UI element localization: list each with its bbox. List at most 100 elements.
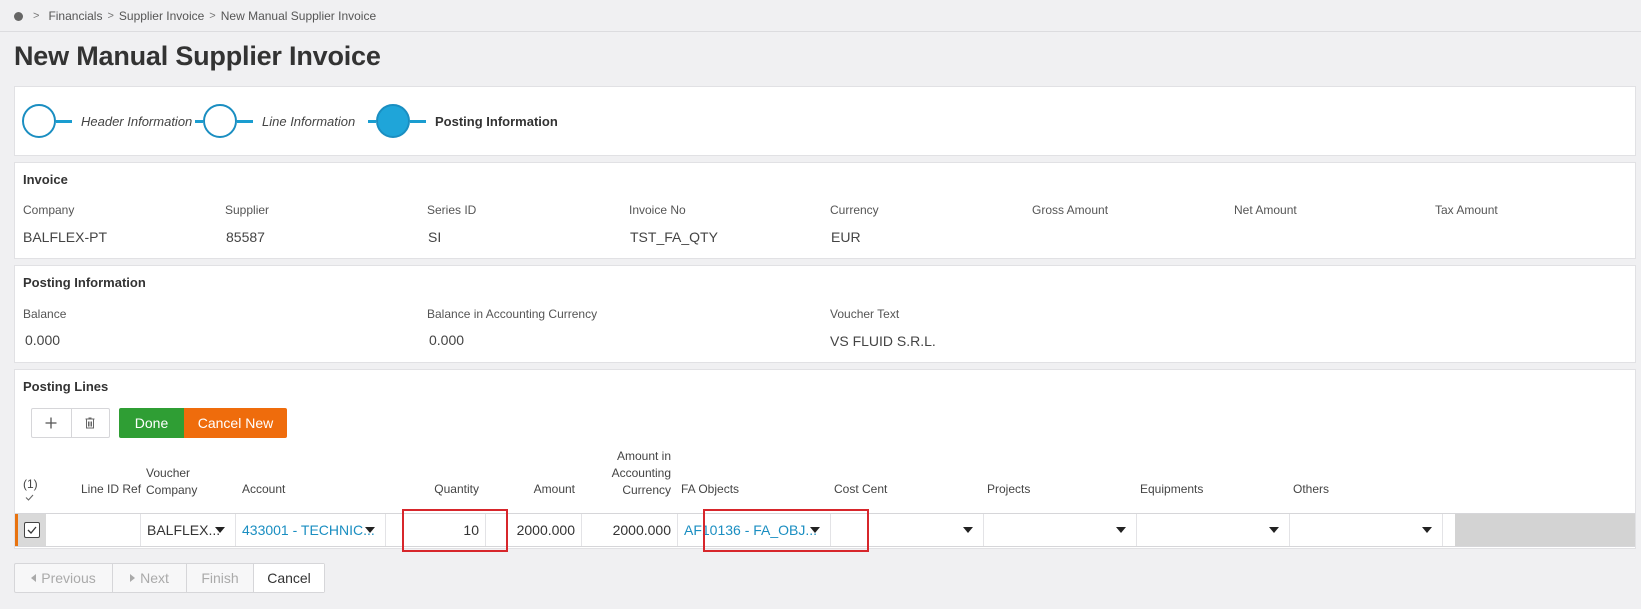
row-filler — [1455, 514, 1635, 546]
col-amount-acc-line1: Amount in — [616, 449, 671, 463]
step-label: Header Information — [81, 113, 193, 129]
col-equipments[interactable]: Equipments — [1140, 481, 1203, 498]
invoice-no-label: Invoice No — [629, 203, 686, 217]
col-voucher-company-line2: Company — [146, 483, 198, 497]
step-connector — [237, 119, 253, 123]
step-label: Posting Information — [435, 113, 558, 129]
step-connector — [195, 119, 203, 123]
plus-icon — [45, 417, 57, 429]
col-amount-acc-currency[interactable]: Amount in Accounting Currency — [595, 448, 671, 499]
gross-amount-label: Gross Amount — [1032, 203, 1109, 217]
dropdown-caret-icon[interactable] — [1269, 527, 1279, 533]
col-voucher-company-line1: Voucher — [146, 466, 191, 480]
breadcrumb-current: New Manual Supplier Invoice — [220, 9, 377, 23]
breadcrumb-financials[interactable]: Financials — [48, 9, 102, 23]
invoice-panel: Invoice Company BALFLEX-PT Supplier 8558… — [14, 162, 1636, 259]
check-icon[interactable] — [25, 494, 34, 501]
posting-information-title: Posting Information — [23, 275, 146, 290]
done-button[interactable]: Done — [119, 408, 184, 438]
step-line-information[interactable]: Line Information — [195, 104, 355, 138]
caret-right-icon — [130, 574, 136, 582]
dropdown-caret-icon[interactable] — [1116, 527, 1126, 533]
company-value: BALFLEX-PT — [23, 229, 108, 245]
cell-voucher-company[interactable]: BALFLEX... — [141, 514, 236, 546]
wizard-footer: Previous Next Finish Cancel — [14, 563, 325, 593]
previous-button[interactable]: Previous — [15, 564, 112, 592]
col-amount-acc-line3: Currency — [622, 483, 671, 497]
series-id-value: SI — [428, 229, 442, 245]
col-amount[interactable]: Amount — [495, 481, 575, 498]
finish-button[interactable]: Finish — [186, 564, 253, 592]
chevron-right-icon: > — [33, 10, 40, 22]
balance-value: 0.000 — [25, 332, 61, 348]
step-posting-information[interactable]: Posting Information — [368, 104, 558, 138]
cell-account[interactable]: 433001 - TECHNIC... — [236, 514, 386, 546]
company-label: Company — [23, 203, 75, 217]
dropdown-caret-icon[interactable] — [1422, 527, 1432, 533]
col-line-id-ref[interactable]: Line ID Ref — [81, 481, 141, 498]
page-title: New Manual Supplier Invoice — [14, 41, 381, 71]
col-fa-objects[interactable]: FA Objects — [681, 481, 739, 498]
currency-value: EUR — [831, 229, 861, 245]
breadcrumb-divider — [0, 31, 1641, 32]
next-label: Next — [140, 570, 169, 586]
cancel-button[interactable]: Cancel — [253, 564, 324, 592]
breadcrumb: > Financials > Supplier Invoice > New Ma… — [14, 8, 376, 24]
cell-text: 2000.000 — [516, 522, 575, 538]
dropdown-caret-icon[interactable] — [365, 527, 375, 533]
cell-projects[interactable] — [984, 514, 1137, 546]
col-account[interactable]: Account — [242, 481, 285, 498]
col-others[interactable]: Others — [1293, 481, 1329, 498]
wizard-steps: Header Information Line Information Post… — [14, 86, 1636, 156]
posting-lines-title: Posting Lines — [23, 379, 109, 394]
step-header-information[interactable]: Header Information — [22, 104, 192, 138]
balance-label: Balance — [23, 307, 67, 321]
breadcrumb-supplier-invoice[interactable]: Supplier Invoice — [119, 9, 204, 23]
col-quantity[interactable]: Quantity — [395, 481, 479, 498]
cancel-new-button[interactable]: Cancel New — [184, 408, 287, 438]
step-circle — [203, 104, 237, 138]
previous-label: Previous — [41, 570, 96, 586]
dropdown-caret-icon[interactable] — [963, 527, 973, 533]
step-circle-active — [376, 104, 410, 138]
currency-label: Currency — [830, 203, 879, 217]
col-amount-acc-line2: Accounting — [611, 466, 671, 480]
row-checkbox[interactable] — [24, 522, 40, 538]
cell-others[interactable] — [1290, 514, 1443, 546]
next-button[interactable]: Next — [112, 564, 186, 592]
trash-icon — [85, 417, 95, 429]
delete-row-button[interactable] — [70, 409, 110, 437]
voucher-text-value: VS FLUID S.R.L. — [830, 333, 936, 349]
step-connector — [368, 119, 376, 123]
cell-equipments[interactable] — [1137, 514, 1290, 546]
finish-label: Finish — [201, 570, 239, 586]
home-icon[interactable] — [14, 11, 23, 21]
cell-line-id-ref[interactable] — [46, 514, 141, 546]
balance-acc-currency-label: Balance in Accounting Currency — [427, 307, 598, 321]
add-row-button[interactable] — [32, 409, 71, 437]
chevron-right-icon: > — [107, 10, 114, 22]
selected-count: (1) — [23, 477, 38, 491]
col-voucher-company[interactable]: Voucher Company — [146, 465, 197, 499]
step-circle — [22, 104, 56, 138]
row-select-cell[interactable] — [18, 514, 46, 546]
caret-left-icon — [31, 574, 37, 582]
fa-objects-highlight-box — [703, 509, 869, 552]
col-cost-center[interactable]: Cost Cent — [834, 481, 887, 498]
invoice-no-value: TST_FA_QTY — [630, 229, 718, 245]
chevron-right-icon: > — [209, 10, 216, 22]
step-connector — [410, 119, 426, 123]
cell-amount-acc-currency[interactable]: 2000.000 — [582, 514, 678, 546]
account-link[interactable]: 433001 - TECHNIC... — [236, 522, 375, 538]
dropdown-caret-icon[interactable] — [215, 527, 225, 533]
cell-text: 2000.000 — [612, 522, 671, 538]
net-amount-label: Net Amount — [1234, 203, 1297, 217]
step-connector — [56, 119, 72, 123]
quantity-highlight-box — [402, 509, 508, 552]
row-actions-group — [31, 408, 110, 438]
cell-text: BALFLEX... — [147, 522, 221, 538]
check-icon — [27, 526, 37, 534]
col-projects[interactable]: Projects — [987, 481, 1030, 498]
invoice-title: Invoice — [23, 172, 68, 187]
balance-acc-currency-value: 0.000 — [429, 332, 465, 348]
